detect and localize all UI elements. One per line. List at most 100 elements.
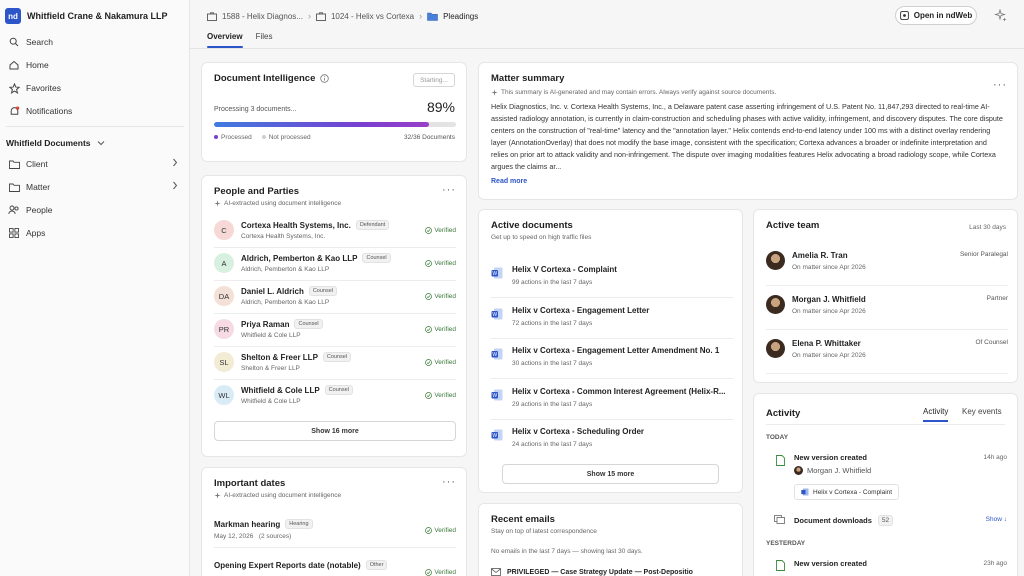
tab-files[interactable]: Files — [256, 32, 273, 48]
document-row[interactable]: W Helix v Cortexa - Common Interest Agree… — [491, 380, 733, 420]
avatar — [766, 251, 785, 270]
card-title: Activity — [766, 408, 801, 419]
document-row[interactable]: W Helix v Cortexa - Engagement Letter Ame… — [491, 339, 733, 379]
starting-button[interactable]: Starting... — [413, 73, 455, 87]
document-version-icon — [776, 560, 785, 571]
document-row[interactable]: W Helix V Cortexa - Complaint 99 actions i… — [491, 258, 733, 298]
team-member[interactable]: Morgan J. Whitfield On matter since Apr 2… — [766, 286, 1008, 330]
activity-time: 14h ago — [983, 454, 1008, 461]
word-doc-icon: W — [491, 308, 503, 320]
activity-title[interactable]: New version created — [794, 453, 867, 462]
role-chip: Counsel — [322, 352, 352, 362]
verified-badge: Verified — [425, 293, 456, 300]
card-subtitle: Stay on top of latest correspondence — [491, 528, 597, 535]
person-name: Daniel L. Aldrich — [241, 286, 304, 296]
nav-client[interactable]: Client — [0, 153, 190, 175]
team-member[interactable]: Elena P. Whittaker On matter since Apr 20… — [766, 330, 1008, 374]
date-row[interactable]: Markman hearing Hearing May 12, 2026 (2 s… — [214, 515, 456, 548]
card-title: Recent emails — [491, 514, 555, 525]
avatar: PR — [214, 319, 234, 339]
firm-header[interactable]: nd Whitfield Crane & Nakamura LLP — [5, 6, 168, 26]
nav-apps[interactable]: Apps — [0, 222, 190, 244]
card-title: Active team — [766, 220, 820, 231]
email-item[interactable]: PRIVILEGED — Case Strategy Update — Post… — [491, 568, 693, 576]
verified-label: Verified — [434, 293, 456, 300]
person-row[interactable]: DA Daniel L. Aldrich Counsel Aldrich, Pembe… — [214, 281, 456, 314]
activity-title[interactable]: New version created — [794, 559, 867, 568]
member-since: On matter since Apr 2026 — [792, 308, 866, 315]
show-downloads-link[interactable]: Show ↓ — [986, 516, 1007, 523]
nav-favorites[interactable]: Favorites — [0, 77, 190, 99]
progress-legend: Processed Not processed — [214, 134, 311, 141]
person-row[interactable]: C Cortexa Health Systems, Inc. Defendant Co… — [214, 215, 456, 248]
sidebar-divider — [6, 126, 184, 127]
chevron-right-icon — [172, 158, 178, 167]
open-external-icon — [899, 11, 909, 20]
activity-downloads[interactable]: Document downloads 52 — [794, 515, 894, 526]
document-row[interactable]: W Helix v Cortexa - Engagement Letter 72 a… — [491, 299, 733, 339]
nav-home[interactable]: Home — [0, 54, 190, 76]
read-more-link[interactable]: Read more — [491, 178, 527, 185]
person-name: Whitfield & Cole LLP — [241, 385, 320, 395]
person-name-wrap: Shelton & Freer LLP Counsel — [241, 352, 352, 362]
word-doc-icon: W — [491, 348, 503, 360]
chevron-right-icon — [172, 181, 178, 190]
nav-search[interactable]: Search — [0, 31, 190, 53]
svg-text:W: W — [492, 433, 497, 439]
section-title: Whitfield Documents — [6, 138, 91, 148]
person-org: Aldrich, Pemberton & Kao LLP — [241, 299, 330, 306]
breadcrumb-item[interactable]: 1024 - Helix vs Cortexa — [331, 12, 414, 21]
team-member[interactable]: Amelia R. Tran On matter since Apr 2026 Se… — [766, 242, 1008, 286]
matter-summary-card: Matter summary This summary is AI-genera… — [478, 62, 1018, 200]
person-row[interactable]: SL Shelton & Freer LLP Counsel Shelton & Fr… — [214, 347, 456, 380]
tab-overview[interactable]: Overview — [207, 32, 243, 48]
legend-label: Not processed — [268, 134, 311, 141]
person-row[interactable]: PR Priya Raman Counsel Whitfield & Cole LLP… — [214, 314, 456, 347]
top-bar: 1588 - Helix Diagnos... › 1024 - Helix v… — [190, 0, 1024, 30]
document-actions: 72 actions in the last 7 days — [512, 319, 593, 327]
folder-icon — [8, 181, 20, 193]
download-count: 52 — [877, 515, 894, 526]
date-row[interactable]: Opening Expert Reports date (notable) Oth… — [214, 552, 456, 576]
activity-document-chip[interactable]: Helix v Cortexa - Complaint — [794, 484, 900, 500]
user-name: Morgan J. Whitfield — [807, 466, 872, 475]
card-title: Active documents — [491, 220, 573, 231]
copilot-sparkle-icon[interactable] — [994, 9, 1007, 22]
nav-notifications[interactable]: Notifications — [0, 100, 190, 122]
person-org: Whitfield & Cole LLP — [241, 398, 301, 405]
whitfield-documents-header[interactable]: Whitfield Documents — [6, 134, 105, 152]
chevron-down-icon — [97, 140, 105, 146]
open-in-ndweb-button[interactable]: Open in ndWeb — [895, 6, 977, 25]
tab-activity[interactable]: Activity — [923, 407, 949, 422]
person-row[interactable]: WL Whitfield & Cole LLP Counsel Whitfield &… — [214, 380, 456, 413]
nav-matter[interactable]: Matter — [0, 176, 190, 198]
document-row[interactable]: W Helix v Cortexa - Scheduling Order 24 ac… — [491, 420, 733, 460]
breadcrumb-item[interactable]: 1588 - Helix Diagnos... — [222, 12, 303, 21]
emails-note: No emails in the last 7 days — showing l… — [491, 548, 643, 555]
mail-icon — [491, 568, 501, 576]
home-icon — [8, 59, 20, 71]
more-options-icon[interactable]: ··· — [993, 79, 1007, 91]
person-row[interactable]: A Aldrich, Pemberton & Kao LLP Counsel Aldr… — [214, 248, 456, 281]
processing-text: Processing 3 documents... — [214, 106, 297, 113]
show-more-people-button[interactable]: Show 16 more — [214, 421, 456, 441]
date-name: Markman hearing — [214, 519, 281, 529]
open-button-label: Open in ndWeb — [913, 11, 973, 20]
tab-key-events[interactable]: Key events — [962, 407, 1002, 416]
avatar — [766, 339, 785, 358]
show-more-documents-button[interactable]: Show 15 more — [502, 464, 719, 484]
info-icon[interactable] — [320, 74, 330, 83]
breadcrumb-current[interactable]: Pleadings — [443, 12, 478, 21]
avatar: A — [214, 253, 234, 273]
apps-icon — [8, 227, 20, 239]
nav-people[interactable]: People — [0, 199, 190, 221]
date-name: Opening Expert Reports date (notable) — [214, 560, 361, 570]
more-options-icon[interactable]: ··· — [442, 184, 456, 196]
verified-badge: Verified — [425, 227, 456, 234]
more-options-icon[interactable]: ··· — [442, 476, 456, 488]
verified-label: Verified — [434, 227, 456, 234]
page-tabs: Overview Files — [190, 32, 272, 48]
svg-text:W: W — [492, 271, 497, 277]
not-processed-dot — [261, 135, 266, 140]
day-label: TODAY — [766, 434, 789, 441]
